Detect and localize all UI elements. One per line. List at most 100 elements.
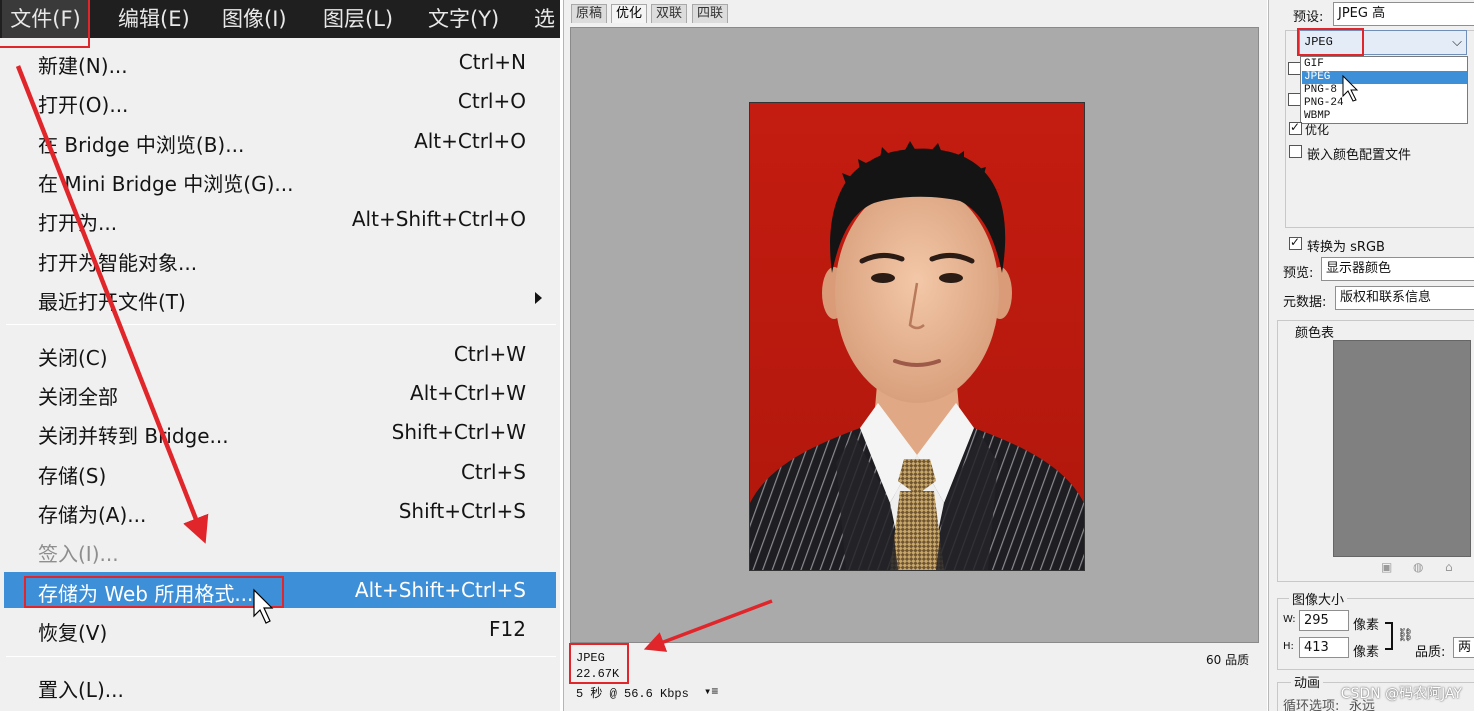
menu-item-shortcut: Ctrl+S xyxy=(460,460,526,484)
format-dropdown-list: GIF JPEG PNG-8 PNG-24 WBMP xyxy=(1300,56,1468,124)
format-option-gif[interactable]: GIF xyxy=(1302,58,1467,71)
map-colors-icon[interactable]: ▣ xyxy=(1381,560,1392,574)
preview-canvas[interactable] xyxy=(570,27,1259,643)
width-label: W: xyxy=(1283,614,1296,625)
tab-optimized[interactable]: 优化 xyxy=(611,4,648,23)
menu-item-label: 关闭并转到 Bridge... xyxy=(38,424,229,448)
embed-profile-label: 嵌入颜色配置文件 xyxy=(1307,148,1412,163)
height-input[interactable]: 413 xyxy=(1299,637,1349,658)
save-for-web-preview-panel: 原稿 优化 双联 四联 JPEG 22.67K 5 秒 @ 56.6 Kbps … xyxy=(563,0,1267,711)
tab-2-up[interactable]: 双联 xyxy=(651,4,688,23)
menu-item-label: 关闭全部 xyxy=(38,385,118,409)
optimized-checkbox[interactable] xyxy=(1289,120,1302,135)
loop-options-label: 循环选项: xyxy=(1283,699,1340,711)
format-option-png24[interactable]: PNG-24 xyxy=(1302,97,1467,110)
menu-item-shortcut: Ctrl+O xyxy=(457,89,526,113)
height-label: H: xyxy=(1283,641,1294,652)
format-option-jpeg[interactable]: JPEG xyxy=(1302,71,1467,84)
convert-srgb-label: 转换为 sRGB xyxy=(1307,240,1385,255)
menu-separator xyxy=(6,656,556,657)
menu-item-open-recent[interactable]: 最近打开文件(T) xyxy=(4,280,556,316)
download-menu-icon[interactable]: ▾≡ xyxy=(704,684,718,699)
menu-item-label: 恢复(V) xyxy=(38,621,108,645)
preset-select[interactable]: JPEG 高 xyxy=(1333,2,1474,26)
portrait-photo-graphic xyxy=(750,103,1084,570)
tab-original[interactable]: 原稿 xyxy=(571,4,608,23)
preview-label: 预览: xyxy=(1283,266,1314,281)
highlight-box-format-select xyxy=(1297,28,1364,56)
menu-item-shortcut: Ctrl+W xyxy=(453,342,526,366)
menu-item-shortcut: Alt+Ctrl+O xyxy=(414,129,526,153)
quality-select[interactable]: 两 xyxy=(1453,637,1474,658)
menu-item-label: 在 Mini Bridge 中浏览(G)... xyxy=(38,172,294,196)
menu-item-shortcut: F12 xyxy=(489,617,526,641)
image-size-label: 图像大小 xyxy=(1289,589,1348,608)
menu-item-revert[interactable]: 恢复(V) F12 xyxy=(4,611,556,647)
menu-item-close[interactable]: 关闭(C) Ctrl+W xyxy=(4,336,556,372)
menu-image[interactable]: 图像(I) xyxy=(222,0,287,38)
chevron-down-icon: ⌵ xyxy=(1452,34,1462,49)
menu-item-shortcut: Alt+Shift+Ctrl+S xyxy=(354,578,526,602)
menu-item-label: 签入(I)... xyxy=(38,542,119,566)
menu-item-close-all[interactable]: 关闭全部 Alt+Ctrl+W xyxy=(4,375,556,411)
menu-item-label: 新建(N)... xyxy=(38,54,128,78)
menu-item-label: 置入(L)... xyxy=(38,678,124,702)
menu-item-save-as[interactable]: 存储为(A)... Shift+Ctrl+S xyxy=(4,493,556,529)
link-chain-icon[interactable]: ⛓ xyxy=(1397,628,1414,643)
preview-select[interactable]: 显示器颜色 xyxy=(1321,257,1474,281)
format-option-png8[interactable]: PNG-8 xyxy=(1302,84,1467,97)
menu-item-open-as-smart-object[interactable]: 打开为智能对象... xyxy=(4,241,556,277)
embed-profile-checkbox[interactable] xyxy=(1289,145,1302,158)
highlight-box-file-size xyxy=(569,643,629,684)
highlight-box-save-for-web xyxy=(24,576,284,608)
highlight-box-file-menu xyxy=(0,0,90,48)
metadata-label: 元数据: xyxy=(1283,295,1327,310)
menu-layer[interactable]: 图层(L) xyxy=(323,0,393,38)
tab-4-up[interactable]: 四联 xyxy=(692,4,729,23)
menu-select[interactable]: 选 xyxy=(534,0,555,38)
menu-item-shortcut: Alt+Shift+Ctrl+O xyxy=(351,207,526,231)
submenu-arrow-icon xyxy=(535,292,542,304)
portrait-photo xyxy=(749,102,1085,571)
watermark-text: CSDN @码农阿JAY xyxy=(1340,686,1462,702)
menu-item-label: 关闭(C) xyxy=(38,346,108,370)
menu-item-open[interactable]: 打开(O)... Ctrl+O xyxy=(4,83,556,119)
web-shift-icon[interactable]: ◍ xyxy=(1413,560,1423,574)
menu-item-shortcut: Ctrl+N xyxy=(458,50,526,74)
menu-item-new[interactable]: 新建(N)... Ctrl+N xyxy=(4,44,556,80)
menu-item-label: 存储为(A)... xyxy=(38,503,147,527)
menu-item-place[interactable]: 置入(L)... xyxy=(4,668,556,704)
menu-item-browse-in-bridge[interactable]: 在 Bridge 中浏览(B)... Alt+Ctrl+O xyxy=(4,123,556,159)
optimization-settings-panel: 预设: JPEG 高 JPEG ⌵ GIF JPEG PNG-8 PNG-24 … xyxy=(1268,0,1474,711)
menu-item-label: 打开(O)... xyxy=(38,93,129,117)
menu-item-save[interactable]: 存储(S) Ctrl+S xyxy=(4,454,556,490)
height-unit: 像素 xyxy=(1353,645,1380,660)
menu-item-label: 打开为智能对象... xyxy=(38,251,198,275)
lock-color-icon[interactable]: ⌂ xyxy=(1445,560,1453,574)
optimized-info-bar: JPEG 22.67K 5 秒 @ 56.6 Kbps ▾≡ 60 品质 xyxy=(570,644,1259,708)
metadata-select[interactable]: 版权和联系信息 xyxy=(1335,286,1474,310)
menu-item-label: 在 Bridge 中浏览(B)... xyxy=(38,133,245,157)
menu-item-label: 存储(S) xyxy=(38,464,107,488)
menu-item-open-as[interactable]: 打开为... Alt+Shift+Ctrl+O xyxy=(4,201,556,237)
menu-item-shortcut: Shift+Ctrl+S xyxy=(398,499,526,523)
menu-item-browse-in-mini-bridge[interactable]: 在 Mini Bridge 中浏览(G)... xyxy=(4,162,556,198)
menu-item-shortcut: Shift+Ctrl+W xyxy=(391,420,526,444)
animation-label: 动画 xyxy=(1291,672,1324,691)
menu-item-shortcut: Alt+Ctrl+W xyxy=(410,381,526,405)
download-time: 5 秒 @ 56.6 Kbps xyxy=(576,687,689,701)
menu-item-check-in: 签入(I)... xyxy=(4,532,556,568)
menu-item-label: 最近打开文件(T) xyxy=(38,290,186,314)
preset-label: 预设: xyxy=(1293,10,1324,25)
width-input[interactable]: 295 xyxy=(1299,610,1349,631)
menu-edit[interactable]: 编辑(E) xyxy=(118,0,190,38)
optimized-label: 优化 xyxy=(1305,123,1330,137)
convert-srgb-checkbox[interactable] xyxy=(1289,235,1302,250)
menu-item-close-and-go-to-bridge[interactable]: 关闭并转到 Bridge... Shift+Ctrl+W xyxy=(4,414,556,450)
file-menu-dropdown: 新建(N)... Ctrl+N 打开(O)... Ctrl+O 在 Bridge… xyxy=(0,38,560,711)
width-unit: 像素 xyxy=(1353,618,1380,633)
quality-label: 品质: xyxy=(1415,645,1446,660)
menu-item-label: 打开为... xyxy=(38,211,118,235)
color-table xyxy=(1333,340,1471,557)
menu-type[interactable]: 文字(Y) xyxy=(428,0,499,38)
